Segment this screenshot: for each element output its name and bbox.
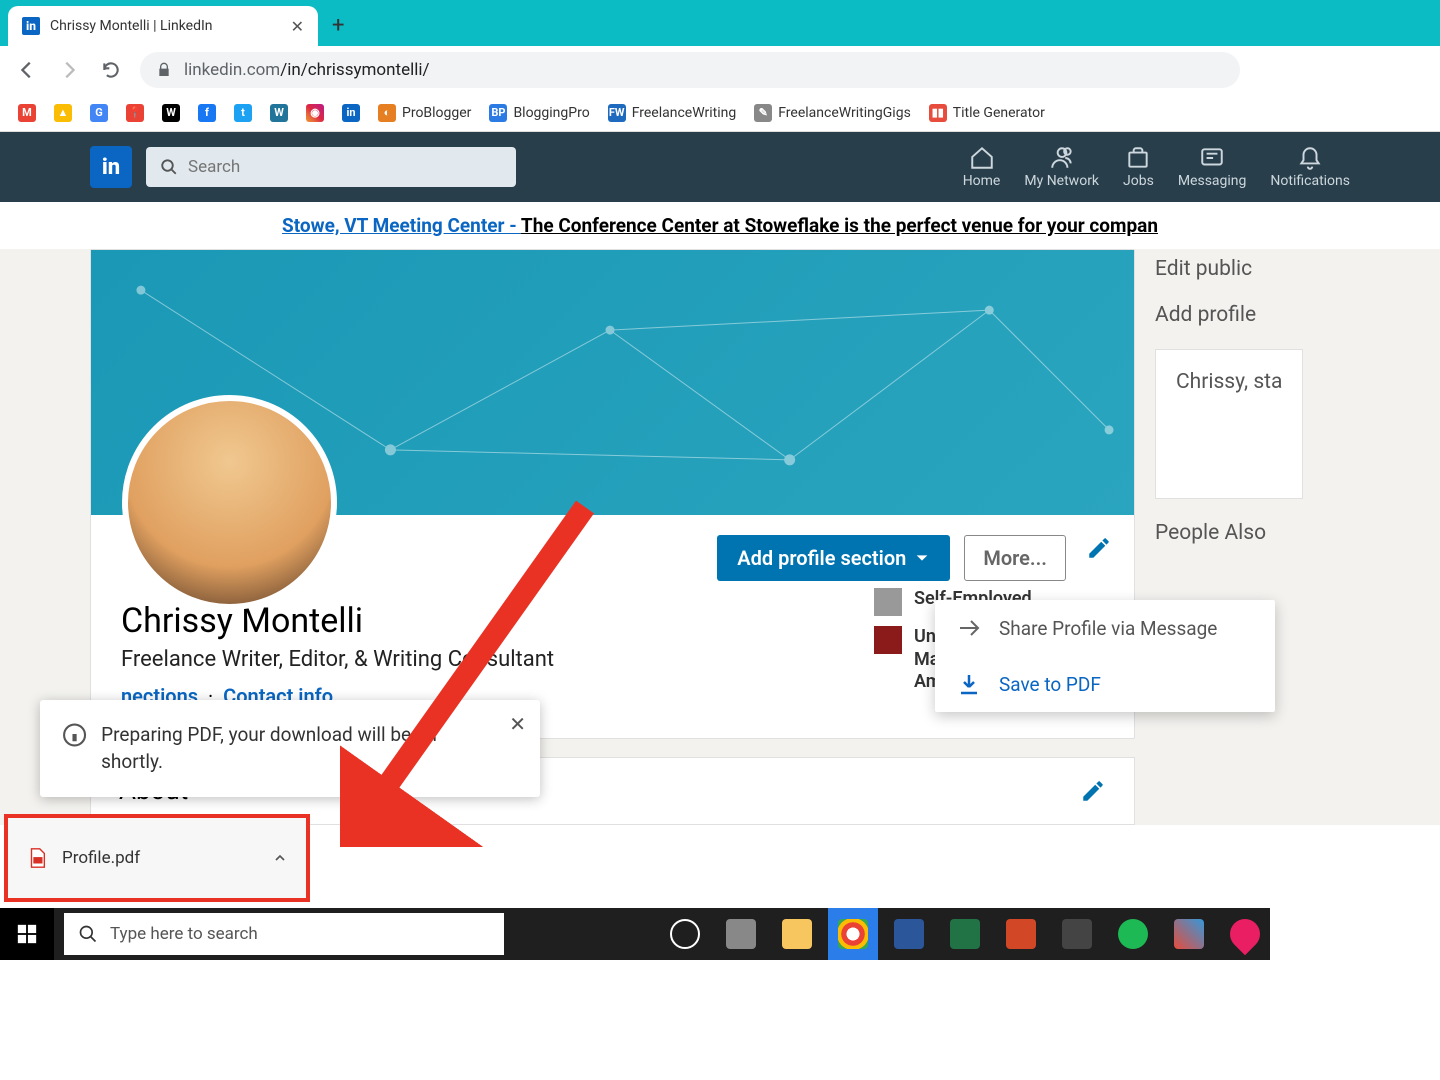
download-filename: Profile.pdf <box>62 848 258 868</box>
bookmark-item[interactable]: in <box>342 104 360 122</box>
bookmark-item[interactable]: W <box>162 104 180 122</box>
chevron-up-icon[interactable] <box>272 850 288 866</box>
bookmark-icon: ◉ <box>306 104 324 122</box>
bookmark-item[interactable]: ▲ <box>54 104 72 122</box>
ad-text: The Conference Center at Stoweflake is t… <box>521 214 1158 237</box>
pdf-toast: Preparing PDF, your download will begin … <box>40 700 540 797</box>
chevron-down-icon <box>914 550 930 566</box>
nav-home[interactable]: Home <box>963 145 1001 189</box>
bookmark-icon: t <box>234 104 252 122</box>
bookmark-item[interactable]: M <box>18 104 36 122</box>
spotify-icon[interactable] <box>1108 908 1158 960</box>
new-tab-button[interactable]: + <box>332 13 344 38</box>
taskbar-search-placeholder: Type here to search <box>110 924 258 944</box>
bookmark-item[interactable]: BPBloggingPro <box>489 104 589 122</box>
bookmark-item[interactable]: ◐ProBlogger <box>378 104 471 122</box>
reload-button[interactable] <box>98 57 124 83</box>
lock-icon <box>156 62 172 78</box>
explorer-icon[interactable] <box>772 908 822 960</box>
info-icon <box>62 722 87 748</box>
bookmark-icon: M <box>18 104 36 122</box>
chrome-icon[interactable] <box>828 908 878 960</box>
download-icon <box>957 672 981 696</box>
download-item[interactable]: Profile.pdf <box>4 814 310 902</box>
bookmark-icon: ▲ <box>54 104 72 122</box>
rail-prompt-card: Chrissy, sta <box>1155 349 1303 499</box>
search-icon <box>160 158 178 176</box>
linkedin-logo[interactable]: in <box>90 146 132 188</box>
paint-icon[interactable] <box>1164 908 1214 960</box>
bookmark-icon: ▮▮ <box>929 104 947 122</box>
share-icon <box>957 616 981 640</box>
forward-button[interactable] <box>56 57 82 83</box>
tab-close-icon[interactable]: ✕ <box>291 17 304 36</box>
taskbar-apps <box>660 908 1270 960</box>
taskbar-search[interactable]: Type here to search <box>64 913 504 955</box>
bookmark-icon: 📍 <box>126 104 144 122</box>
linkedin-topnav: in Home My Network Jobs Messaging Notificati… <box>0 132 1440 202</box>
bookmark-item[interactable]: G <box>90 104 108 122</box>
cortana-icon[interactable] <box>660 908 710 960</box>
right-rail: Edit public Add profile Chrissy, sta Peo… <box>1155 249 1303 825</box>
bookmark-item[interactable]: f <box>198 104 216 122</box>
rail-people-also: People Also <box>1155 521 1303 545</box>
bookmark-item[interactable]: W <box>270 104 288 122</box>
task-view-icon[interactable] <box>716 908 766 960</box>
bookmark-icon: FW <box>608 104 626 122</box>
search-box[interactable] <box>146 147 516 187</box>
bookmark-icon: ✎ <box>754 104 772 122</box>
search-icon <box>78 924 98 944</box>
bookmark-icon: W <box>270 104 288 122</box>
browser-toolbar: linkedin.com/in/chrissymontelli/ <box>0 46 1440 94</box>
nav-messaging[interactable]: Messaging <box>1178 145 1247 189</box>
ad-banner[interactable]: Stowe, VT Meeting Center - The Conferenc… <box>0 202 1440 249</box>
tab-title: Chrissy Montelli | LinkedIn <box>50 18 281 34</box>
toast-message: Preparing PDF, your download will begin … <box>101 722 490 775</box>
bookmark-icon: ◐ <box>378 104 396 122</box>
add-profile-section-button[interactable]: Add profile section <box>717 535 950 581</box>
calculator-icon[interactable] <box>1052 908 1102 960</box>
bookmark-item[interactable]: t <box>234 104 252 122</box>
bookmark-item[interactable]: FWFreelanceWriting <box>608 104 737 122</box>
bookmark-icon: in <box>342 104 360 122</box>
edit-about-icon[interactable] <box>1080 778 1106 804</box>
bookmark-icon: W <box>162 104 180 122</box>
more-button[interactable]: More... <box>964 535 1066 581</box>
url-text: linkedin.com/in/chrissymontelli/ <box>184 60 430 80</box>
rail-edit-public[interactable]: Edit public <box>1155 257 1303 281</box>
bookmark-item[interactable]: 📍 <box>126 104 144 122</box>
bookmarks-bar: M▲G📍WftW◉in◐ProBloggerBPBloggingProFWFre… <box>0 94 1440 132</box>
browser-tabstrip: in Chrissy Montelli | LinkedIn ✕ + <box>0 0 1440 46</box>
powerpoint-icon[interactable] <box>996 908 1046 960</box>
profile-avatar[interactable] <box>122 395 337 610</box>
nav-my-network[interactable]: My Network <box>1024 145 1099 189</box>
excel-icon[interactable] <box>940 908 990 960</box>
rail-add-profile[interactable]: Add profile <box>1155 303 1303 327</box>
search-input[interactable] <box>188 157 502 177</box>
start-button[interactable] <box>0 908 54 960</box>
maps-icon[interactable] <box>1220 908 1270 960</box>
linkedin-favicon: in <box>22 17 40 35</box>
ad-link[interactable]: Stowe, VT Meeting Center - <box>282 214 521 237</box>
toast-close-button[interactable]: ✕ <box>509 712 526 736</box>
bookmark-icon: BP <box>489 104 507 122</box>
bookmark-icon: G <box>90 104 108 122</box>
pdf-icon <box>26 847 48 869</box>
edit-icon[interactable] <box>1086 535 1112 561</box>
bookmark-icon: f <box>198 104 216 122</box>
more-dropdown: Share Profile via Message Save to PDF <box>935 600 1275 712</box>
windows-taskbar: Type here to search <box>0 908 1270 960</box>
save-to-pdf-item[interactable]: Save to PDF <box>935 656 1275 712</box>
word-icon[interactable] <box>884 908 934 960</box>
address-bar[interactable]: linkedin.com/in/chrissymontelli/ <box>140 52 1240 88</box>
bookmark-item[interactable]: ▮▮Title Generator <box>929 104 1045 122</box>
nav-jobs[interactable]: Jobs <box>1123 145 1154 189</box>
back-button[interactable] <box>14 57 40 83</box>
nav-notifications[interactable]: Notifications <box>1270 145 1350 189</box>
share-profile-item[interactable]: Share Profile via Message <box>935 600 1275 656</box>
bookmark-item[interactable]: ◉ <box>306 104 324 122</box>
browser-tab[interactable]: in Chrissy Montelli | LinkedIn ✕ <box>8 6 318 46</box>
bookmark-item[interactable]: ✎FreelanceWritingGigs <box>754 104 911 122</box>
